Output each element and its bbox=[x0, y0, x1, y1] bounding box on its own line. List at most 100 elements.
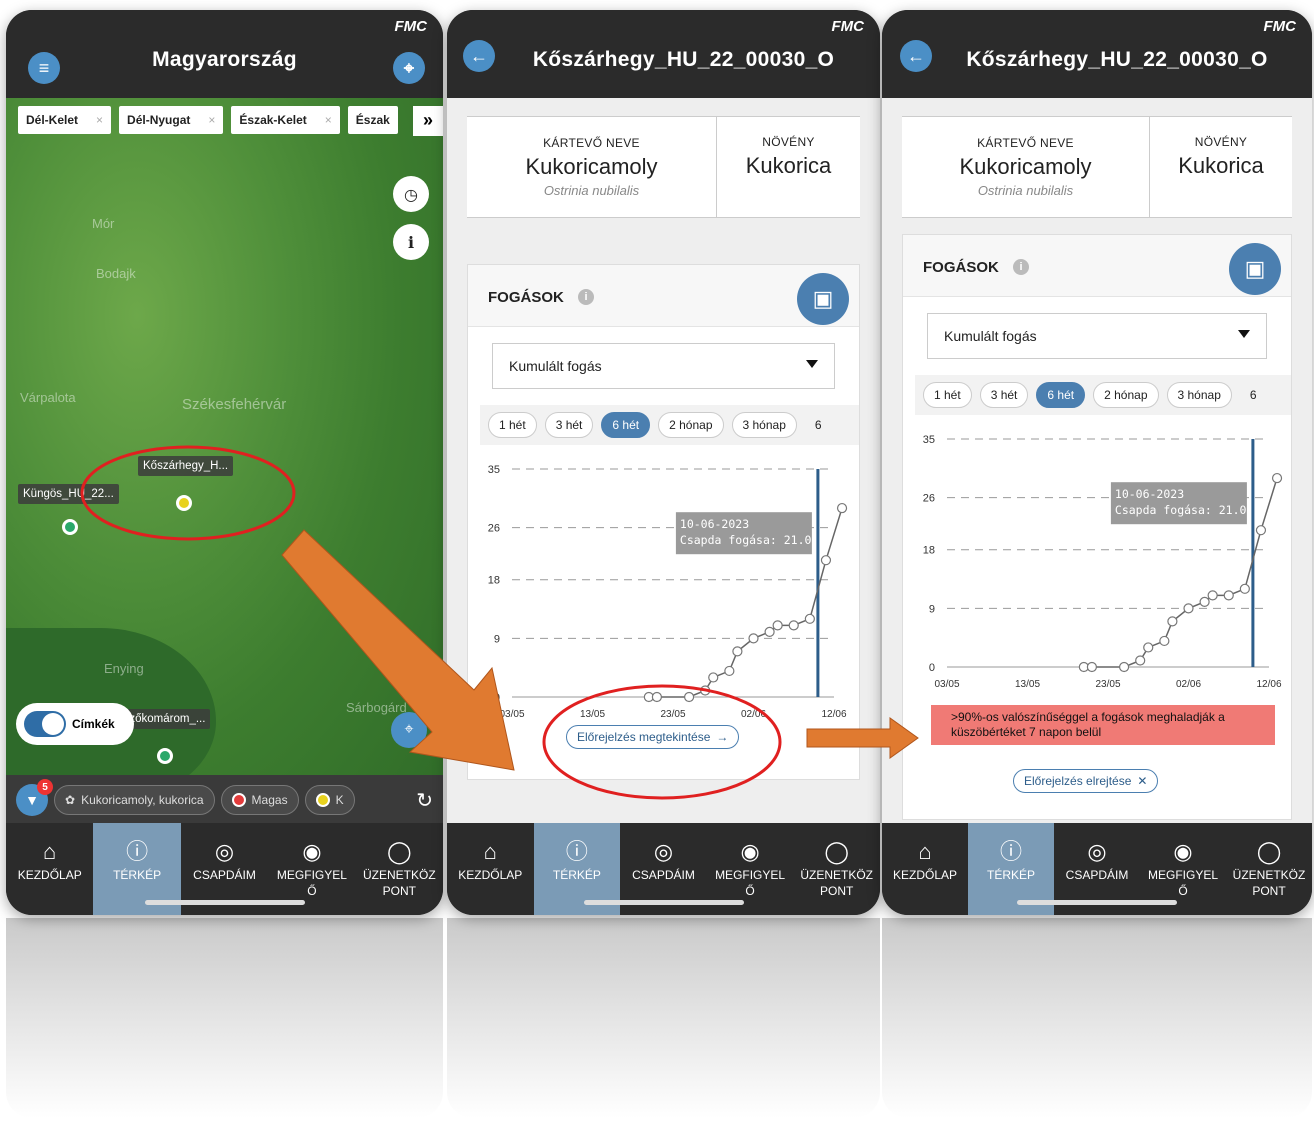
info-button[interactable]: i bbox=[393, 224, 429, 260]
region-chip[interactable]: Észak-Kelet × bbox=[231, 106, 340, 134]
period-tab[interactable]: 6 bbox=[805, 412, 832, 438]
location-pin-icon: ⌖ bbox=[403, 57, 415, 78]
period-tab[interactable]: 3 hét bbox=[979, 382, 1029, 408]
fmc-logo: FMC bbox=[394, 18, 428, 35]
trap-pin-label[interactable]: Kőszárhegy_H... bbox=[138, 456, 234, 476]
data-point bbox=[1183, 603, 1194, 614]
trap-pin[interactable] bbox=[157, 748, 173, 764]
home-indicator bbox=[144, 900, 305, 905]
info-icon[interactable]: i bbox=[578, 289, 594, 305]
locate-me-button[interactable]: ⌖ bbox=[391, 712, 427, 748]
catch-chart[interactable]: 0 9 18 26 35 03/05 13/05 23/05 02/06 12/06 10-06-2… bbox=[468, 451, 860, 721]
data-point bbox=[700, 685, 711, 696]
crop-name: Kukorica bbox=[1178, 153, 1264, 178]
catches-card: FOGÁSOK i ▣ Kumulált fogás 1 hét 3 hét 6… bbox=[467, 264, 860, 780]
period-tab[interactable]: 1 hét bbox=[923, 382, 972, 408]
reflection bbox=[6, 918, 443, 1118]
period-tab[interactable]: 2 hónap bbox=[658, 412, 724, 438]
page-title: Kőszárhegy_HU_22_00030_O bbox=[532, 48, 835, 71]
bottom-nav: ⌂ KEZDŐLAP ⓘ TÉRKÉP ◎ CSAPDÁIM ◉ MEGFIGYELŐ … bbox=[6, 823, 443, 915]
trap-info: KÁRTEVŐ NEVE Kukoricamoly Ostrinia nubil… bbox=[902, 116, 1292, 218]
trap-pin[interactable] bbox=[62, 519, 78, 535]
data-point bbox=[772, 620, 783, 631]
fmc-logo: FMC bbox=[1263, 18, 1297, 35]
crop-label: NÖVÉNY bbox=[762, 135, 815, 149]
status-dot bbox=[315, 793, 330, 807]
nav-messages[interactable]: ◯ ÜZENETKÖZPONT bbox=[1226, 823, 1312, 915]
close-icon[interactable]: × bbox=[325, 113, 332, 127]
location-pin-icon: ⌖ bbox=[404, 721, 414, 738]
data-point bbox=[1207, 590, 1218, 601]
detail-screen-2: FMC ← Kőszárhegy_HU_22_00030_O KÁRTEVŐ N… bbox=[882, 10, 1312, 915]
history-clock-button[interactable]: ◷ bbox=[393, 176, 429, 212]
filter-chip[interactable]: ✿ Kukoricamoly, kukorica bbox=[54, 785, 215, 815]
y-tick-label: 26 bbox=[923, 493, 935, 505]
filter-chip[interactable]: K bbox=[304, 785, 355, 815]
period-tab[interactable]: 6 hét bbox=[1036, 382, 1086, 408]
arrow-right-icon: → bbox=[716, 730, 729, 744]
period-tab[interactable]: 6 bbox=[1240, 382, 1267, 408]
labels-toggle[interactable]: Címkék bbox=[16, 703, 134, 745]
nav-home[interactable]: ⌂ KEZDŐLAP bbox=[882, 823, 968, 915]
nav-messages[interactable]: ◯ ÜZENETKÖZPONT bbox=[356, 823, 443, 915]
region-chip[interactable]: Észak bbox=[347, 106, 398, 134]
period-tab[interactable]: 3 hónap bbox=[731, 412, 797, 438]
reset-icon[interactable]: ↻ bbox=[416, 788, 443, 813]
close-icon[interactable]: × bbox=[96, 113, 103, 127]
nav-home[interactable]: ⌂ KEZDŐLAP bbox=[447, 823, 534, 915]
tooltip-date: 10-06-2023 bbox=[680, 517, 749, 531]
filter-bar: ▼ 5 ✿ Kukoricamoly, kukorica Magas K ↻ bbox=[6, 775, 443, 825]
map-view[interactable]: Mór Bodajk Várpalota Székesfehérvár Enyi… bbox=[6, 98, 443, 823]
data-point bbox=[764, 626, 775, 637]
period-tab[interactable]: 6 hét bbox=[601, 412, 651, 438]
close-icon[interactable]: × bbox=[208, 113, 215, 127]
y-tick-label: 18 bbox=[923, 545, 935, 557]
forecast-alert: >90%-os valószínűséggel a fogások meghal… bbox=[931, 705, 1275, 745]
x-tick-label: 13/05 bbox=[580, 709, 605, 720]
double-chevron-right-icon[interactable]: » bbox=[413, 106, 443, 136]
x-tick-label: 23/05 bbox=[660, 709, 685, 720]
region-chip[interactable]: Dél-Nyugat × bbox=[119, 106, 224, 134]
data-point bbox=[1135, 655, 1146, 666]
period-tab[interactable]: 2 hónap bbox=[1093, 382, 1159, 408]
clock-icon: ◷ bbox=[404, 184, 418, 204]
catch-chart[interactable]: 0 9 18 26 35 03/05 13/05 23/05 02/06 12/06 10-06-2… bbox=[903, 421, 1295, 691]
nav-home[interactable]: ⌂ KEZDŐLAP bbox=[6, 823, 93, 915]
y-tick-label: 18 bbox=[488, 575, 500, 587]
catch-type-select[interactable]: Kumulált fogás bbox=[927, 313, 1267, 359]
pest-name: Kukoricamoly bbox=[525, 154, 658, 179]
info-icon[interactable]: i bbox=[1013, 259, 1029, 275]
gallery-button[interactable]: ▣ bbox=[1229, 243, 1281, 295]
trap-pin[interactable] bbox=[176, 495, 192, 511]
home-indicator bbox=[1017, 900, 1177, 905]
arrow-left-icon: ← bbox=[470, 45, 488, 66]
filter-chip[interactable]: Magas bbox=[220, 785, 299, 815]
period-tab[interactable]: 1 hét bbox=[488, 412, 537, 438]
catches-card: FOGÁSOK i ▣ Kumulált fogás 1 hét 3 hét 6… bbox=[902, 234, 1292, 820]
chevron-down-icon bbox=[1238, 330, 1250, 338]
bug-search-icon: ◉ bbox=[1173, 839, 1193, 864]
hide-forecast-button[interactable]: Előrejelzés elrejtése ✕ bbox=[1013, 769, 1159, 793]
toggle-switch[interactable] bbox=[24, 711, 66, 737]
tooltip-value: Csapda fogása: 21.0 bbox=[1115, 503, 1247, 517]
show-forecast-button[interactable]: Előrejelzés megtekintése → bbox=[566, 725, 740, 749]
period-tab[interactable]: 3 hét bbox=[544, 412, 594, 438]
data-point bbox=[836, 502, 848, 514]
pest-name: Kukoricamoly bbox=[959, 154, 1092, 179]
data-point bbox=[1239, 583, 1250, 594]
pest-latin: Ostrinia nubilalis bbox=[543, 183, 640, 198]
data-point bbox=[1159, 635, 1170, 647]
nav-messages[interactable]: ◯ ÜZENETKÖZPONT bbox=[793, 823, 880, 915]
filter-button[interactable]: ▼ 5 bbox=[16, 779, 53, 816]
region-chip[interactable]: Dél-Kelet × bbox=[18, 106, 112, 134]
catch-type-select[interactable]: Kumulált fogás bbox=[492, 343, 835, 389]
trap-pin-label[interactable]: Küngös_HU_22... bbox=[18, 484, 119, 504]
home-icon: ⌂ bbox=[483, 839, 497, 864]
data-point bbox=[1255, 525, 1267, 536]
reflection bbox=[447, 918, 880, 1118]
location-button[interactable]: ⌖ bbox=[393, 52, 425, 84]
gallery-button[interactable]: ▣ bbox=[797, 273, 849, 325]
x-tick-label: 02/06 bbox=[741, 709, 766, 720]
period-tab[interactable]: 3 hónap bbox=[1166, 382, 1232, 408]
city-label: Enying bbox=[104, 661, 144, 676]
